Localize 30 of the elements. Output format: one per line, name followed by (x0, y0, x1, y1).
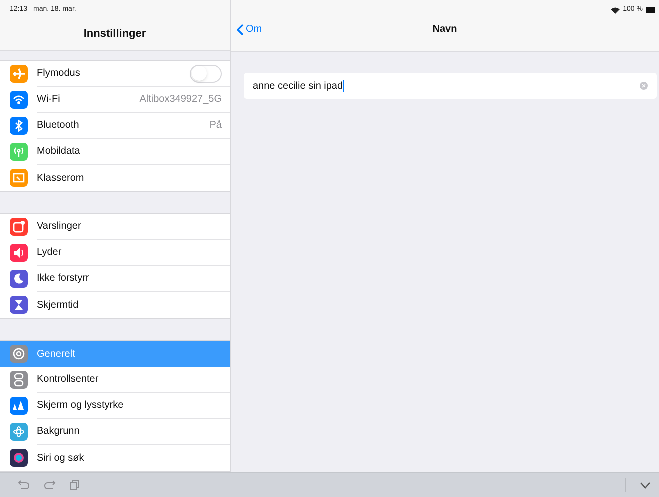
sidebar-title: Innstillinger (84, 26, 146, 42)
settings-label: Varslinger (37, 220, 82, 234)
paste-icon[interactable] (70, 480, 80, 490)
settings-label: Mobildata (37, 145, 82, 159)
undo-icon[interactable] (18, 480, 30, 490)
settings-label: Skjerm og lysstyrke (37, 399, 125, 413)
detail-title: Navn (432, 23, 458, 37)
settings-label: Skjermtid (37, 298, 80, 312)
settings-label: Flymodus (37, 67, 82, 81)
settings-label: Klasserom (37, 172, 86, 186)
settings-value: Altibox349927_5G (140, 93, 222, 107)
chevron-left-icon (237, 24, 244, 36)
settings-label: Kontrollsenter (37, 373, 100, 387)
settings-label: Bakgrunn (37, 425, 81, 439)
clear-icon[interactable] (640, 82, 648, 90)
settings-label: Bluetooth (37, 119, 80, 133)
chevron-down-icon[interactable] (640, 482, 651, 488)
field-text: anne cecilie sin ipad (253, 80, 344, 94)
settings-label: Generelt (37, 348, 76, 362)
settings-label: Siri og søk (37, 452, 86, 466)
settings-label: Wi-Fi (37, 93, 62, 107)
settings-label: Ikke forstyrr (37, 272, 90, 286)
wifi-icon (611, 6, 620, 14)
settings-value: På (210, 119, 222, 133)
settings-label: Lyder (37, 246, 63, 260)
back-button[interactable]: Om (237, 22, 262, 37)
toggle-switch[interactable] (190, 64, 222, 82)
redo-icon[interactable] (44, 480, 56, 490)
battery-icon (646, 7, 655, 14)
name-field[interactable]: anne cecilie sin ipad (244, 73, 657, 99)
